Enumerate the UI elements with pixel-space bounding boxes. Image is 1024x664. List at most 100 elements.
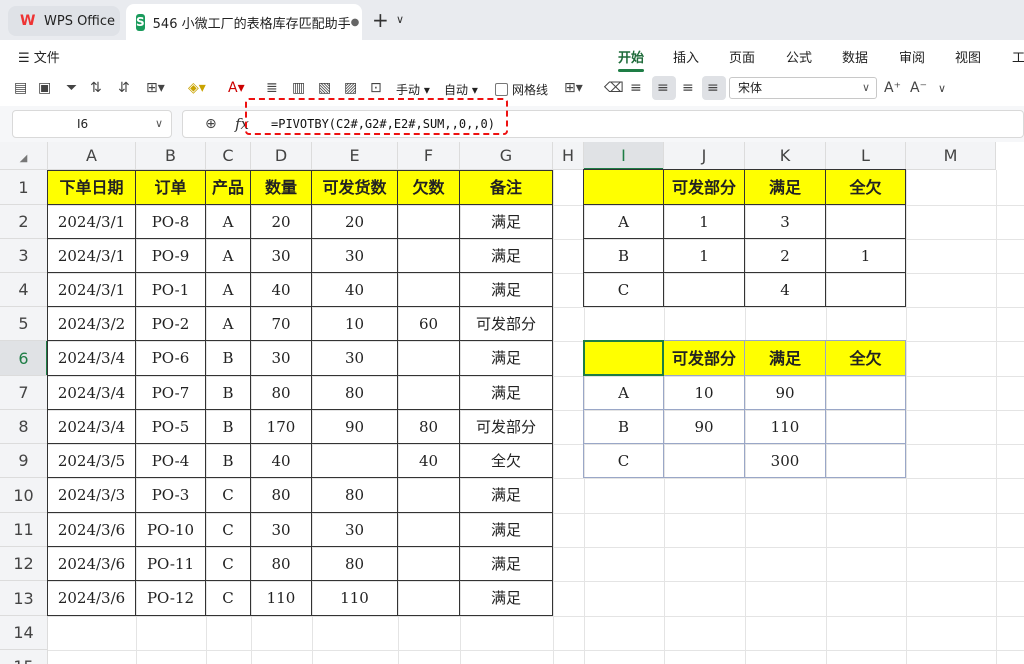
column-header-g[interactable]: G [460, 142, 553, 170]
main-table-cell[interactable]: PO-10 [136, 513, 206, 547]
freeze-pane-icon[interactable]: ▥ [292, 80, 305, 96]
main-table-cell[interactable]: 80 [398, 410, 460, 444]
format-painter-icon[interactable]: ▤ [14, 80, 27, 96]
main-table-cell[interactable]: 60 [398, 307, 460, 341]
pivot_sum-cell[interactable]: C [584, 444, 664, 478]
main-table-cell[interactable]: C [206, 547, 251, 581]
main-table-cell[interactable]: 30 [251, 513, 312, 547]
column-header-j[interactable]: J [664, 142, 745, 170]
auto-calc-dropdown[interactable]: 自动 ▾ [444, 81, 478, 98]
main-table-cell[interactable]: 满足 [460, 341, 553, 376]
main-table-header-cell[interactable]: 欠数 [398, 170, 460, 205]
main-table-cell[interactable]: B [206, 341, 251, 376]
main-table-cell[interactable]: 80 [312, 478, 398, 513]
main-table-cell[interactable]: 满足 [460, 376, 553, 410]
row-header-14[interactable]: 14 [0, 616, 48, 650]
main-table-cell[interactable]: 80 [312, 547, 398, 581]
main-table-cell[interactable] [312, 444, 398, 478]
main-table-cell[interactable]: A [206, 239, 251, 273]
menu-tab-data[interactable]: 数据 [842, 47, 868, 66]
column-header-e[interactable]: E [312, 142, 398, 170]
main-table-cell[interactable]: 满足 [460, 547, 553, 581]
main-table-cell[interactable]: 40 [312, 273, 398, 307]
main-table-cell[interactable]: 满足 [460, 239, 553, 273]
main-table-cell[interactable]: 2024/3/6 [48, 547, 136, 581]
more-chevron-icon[interactable]: ∨ [938, 82, 946, 95]
pivot_sum-cell[interactable] [664, 444, 745, 478]
main-table-cell[interactable]: B [206, 444, 251, 478]
main-table-cell[interactable]: 30 [251, 239, 312, 273]
sort-ascending-icon[interactable]: ⇅ [90, 80, 102, 96]
pivot_count-cell[interactable]: 1 [664, 205, 745, 239]
main-table-cell[interactable]: PO-11 [136, 547, 206, 581]
main-table-cell[interactable]: 2024/3/1 [48, 239, 136, 273]
main-table-cell[interactable]: 2024/3/4 [48, 376, 136, 410]
main-table-cell[interactable]: 可发部分 [460, 410, 553, 444]
main-table-cell[interactable]: 满足 [460, 478, 553, 513]
pivot_sum-cell[interactable] [826, 376, 906, 410]
pivot_sum-cell[interactable]: A [584, 376, 664, 410]
pivot_sum-cell[interactable]: 300 [745, 444, 826, 478]
formula-input[interactable]: ⊕ fx =PIVOTBY(C2#,G2#,E2#,SUM,,0,,0) [182, 110, 1024, 138]
main-table-header-cell[interactable]: 备注 [460, 170, 553, 205]
main-table-cell[interactable]: PO-9 [136, 239, 206, 273]
font-color-icon[interactable]: A▾ [228, 80, 245, 96]
main-table-cell[interactable]: 2024/3/3 [48, 478, 136, 513]
fx-icon[interactable]: fx [235, 115, 249, 133]
main-table-header-cell[interactable]: 数量 [251, 170, 312, 205]
main-table-cell[interactable]: 80 [251, 547, 312, 581]
clear-format-icon[interactable]: ⌫ [604, 80, 624, 96]
main-table-cell[interactable]: 80 [251, 376, 312, 410]
main-table-cell[interactable]: 30 [251, 341, 312, 376]
main-table-cell[interactable]: 满足 [460, 513, 553, 547]
main-table-cell[interactable]: 满足 [460, 581, 553, 616]
main-table-cell[interactable]: 110 [251, 581, 312, 616]
pivot_count-cell[interactable]: 4 [745, 273, 826, 307]
main-table-cell[interactable]: B [206, 376, 251, 410]
row-header-9[interactable]: 9 [0, 444, 48, 478]
row-header-2[interactable]: 2 [0, 205, 48, 239]
main-table-cell[interactable]: 2024/3/1 [48, 205, 136, 239]
main-table-cell[interactable] [398, 273, 460, 307]
menu-tab-review[interactable]: 审阅 [899, 47, 925, 66]
row-header-5[interactable]: 5 [0, 307, 48, 341]
main-table-cell[interactable] [398, 239, 460, 273]
main-table-cell[interactable]: 2024/3/4 [48, 341, 136, 376]
pivot_count-cell[interactable]: A [584, 205, 664, 239]
spreadsheet-grid[interactable]: ◢ ABCDEFGHIJKLM123456789101112131415下单日期… [0, 142, 1024, 664]
main-table-cell[interactable]: PO-4 [136, 444, 206, 478]
pivot_sum-cell[interactable]: 90 [664, 410, 745, 444]
main-table-cell[interactable]: 30 [312, 239, 398, 273]
unsaved-dot-icon[interactable]: ● [351, 17, 360, 28]
main-table-cell[interactable]: 90 [312, 410, 398, 444]
align-right-icon[interactable]: ≡ [682, 80, 694, 96]
fill-color-icon[interactable]: ◈▾ [188, 80, 206, 96]
main-table-cell[interactable]: PO-7 [136, 376, 206, 410]
main-table-cell[interactable]: 2024/3/6 [48, 513, 136, 547]
main-table-cell[interactable] [398, 376, 460, 410]
row-header-4[interactable]: 4 [0, 273, 48, 307]
main-table-cell[interactable]: C [206, 478, 251, 513]
align-left-icon[interactable]: ≡ [630, 80, 642, 96]
main-table-cell[interactable]: PO-12 [136, 581, 206, 616]
main-table-cell[interactable]: 全欠 [460, 444, 553, 478]
pivot_count-cell[interactable]: C [584, 273, 664, 307]
menu-tab-page[interactable]: 页面 [729, 47, 755, 66]
manual-calc-dropdown[interactable]: 手动 ▾ [396, 81, 430, 98]
column-header-m[interactable]: M [906, 142, 996, 170]
pivot_sum-cell[interactable]: 90 [745, 376, 826, 410]
main-table-cell[interactable]: 20 [312, 205, 398, 239]
main-table-cell[interactable]: 80 [312, 376, 398, 410]
chevron-down-icon[interactable]: ∨ [396, 13, 404, 26]
decrease-font-icon[interactable]: A⁻ [910, 80, 927, 96]
main-table-cell[interactable] [398, 547, 460, 581]
wrap-text-icon[interactable]: ≣ [266, 80, 278, 96]
main-table-cell[interactable]: 110 [312, 581, 398, 616]
paste-icon[interactable]: ▣ [38, 80, 51, 96]
main-table-cell[interactable]: 满足 [460, 273, 553, 307]
main-table-cell[interactable]: 2024/3/2 [48, 307, 136, 341]
justify-icon[interactable]: ≡ [707, 80, 719, 96]
pivot_sum-header-cell[interactable]: 全欠 [826, 341, 906, 376]
column-header-k[interactable]: K [745, 142, 826, 170]
main-table-cell[interactable]: 20 [251, 205, 312, 239]
